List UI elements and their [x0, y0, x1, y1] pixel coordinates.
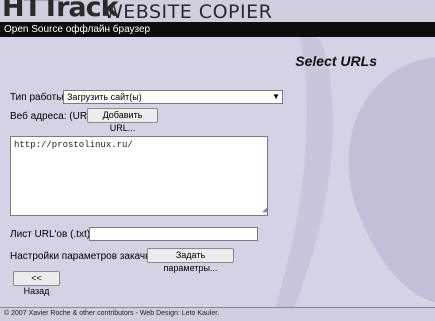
- url-text-value: http://prostolinux.ru/: [14, 140, 133, 150]
- url-list-input[interactable]: [89, 227, 258, 241]
- footer: © 2007 Xavier Roche & other contributors…: [0, 307, 435, 321]
- set-parameters-button[interactable]: Задать параметры...: [147, 248, 234, 273]
- work-type-label: Тип работы:: [10, 92, 67, 103]
- logo-httrack: HTTrack: [2, 0, 119, 22]
- work-type-select[interactable]: Загрузить сайт(ы) ▼: [63, 90, 283, 104]
- main-panel: Select URLs Тип работы: Загрузить сайт(ы…: [0, 37, 435, 307]
- footer-credits: © 2007 Xavier Roche & other contributors…: [4, 310, 220, 317]
- resize-grip-icon[interactable]: ◢: [262, 207, 267, 215]
- tagline: Open Source оффлайн браузер: [4, 24, 151, 35]
- add-url-button[interactable]: Добавить URL...: [87, 108, 158, 133]
- work-type-selected-value: Загрузить сайт(ы): [67, 92, 142, 102]
- url-textarea[interactable]: http://prostolinux.ru/ ◢: [10, 136, 268, 216]
- back-button[interactable]: << Назад: [13, 271, 60, 296]
- settings-label: Настройки параметров закачки::: [10, 251, 161, 262]
- url-list-label: Лист URL'ов (.txt):: [10, 229, 93, 240]
- tagline-bar: Open Source оффлайн браузер: [0, 22, 435, 37]
- web-address-label: Веб адреса: (URL): [10, 111, 96, 122]
- dropdown-arrow-icon: ▼: [272, 92, 280, 101]
- logo-website-copier: WEBSITE COPIER: [104, 1, 273, 22]
- page-title: Select URLs: [295, 53, 377, 69]
- app-header: HTTrack WEBSITE COPIER: [0, 0, 435, 22]
